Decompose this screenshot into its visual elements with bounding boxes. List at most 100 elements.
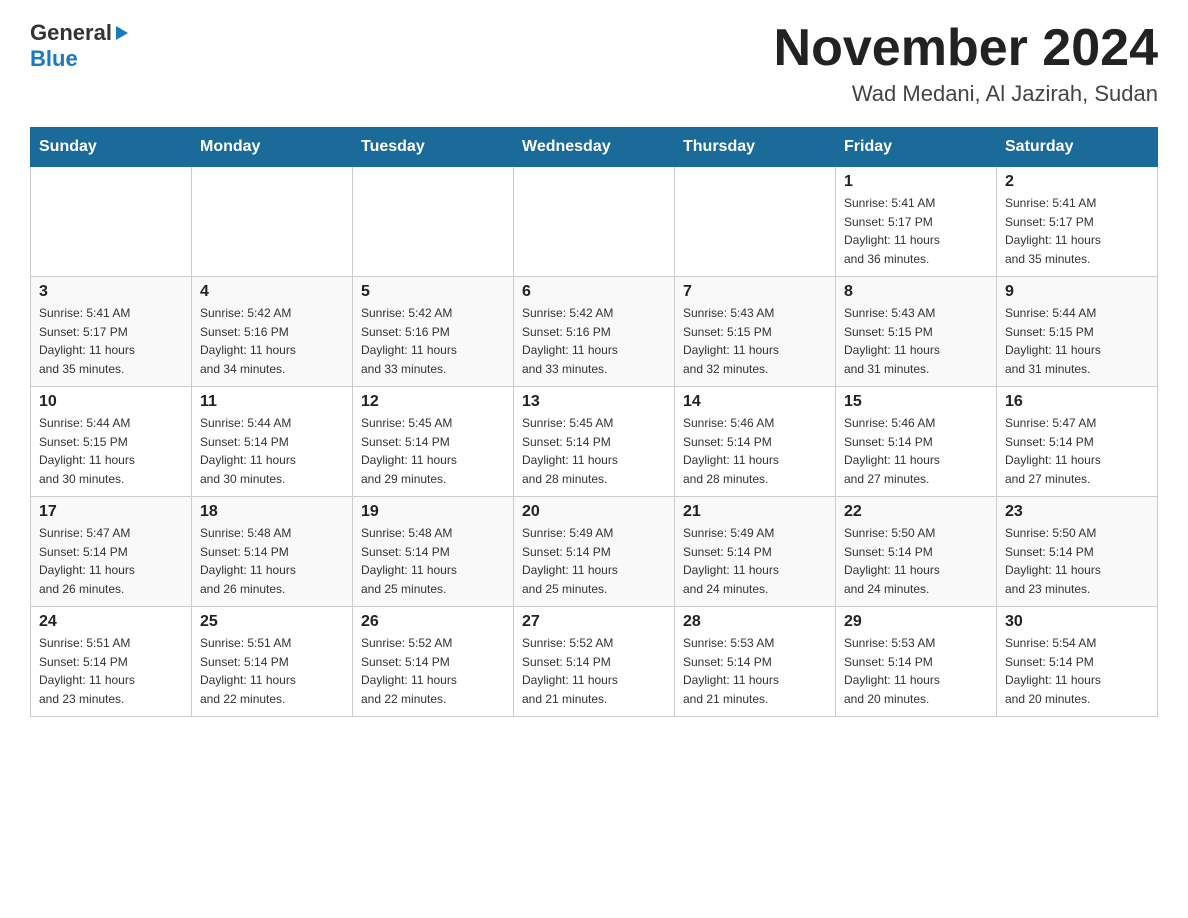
day-number: 23 xyxy=(1005,503,1149,521)
day-number: 22 xyxy=(844,503,988,521)
calendar-day-cell: 14 Sunrise: 5:46 AM Sunset: 5:14 PM Dayli… xyxy=(675,387,836,497)
calendar-day-cell: 29 Sunrise: 5:53 AM Sunset: 5:14 PM Dayli… xyxy=(836,607,997,717)
calendar-day-cell: 27Sunrise: 5:52 AM Sunset: 5:14 PM Dayli… xyxy=(514,607,675,717)
day-info: Sunrise: 5:41 AM Sunset: 5:17 PM Dayligh… xyxy=(39,304,183,378)
day-info: Sunrise: 5:48 AM Sunset: 5:14 PM Dayligh… xyxy=(361,524,505,598)
day-info: Sunrise: 5:46 AM Sunset: 5:14 PM Dayligh… xyxy=(844,414,988,488)
day-info: Sunrise: 5:43 AM Sunset: 5:15 PM Dayligh… xyxy=(683,304,827,378)
day-info: Sunrise: 5:46 AM Sunset: 5:14 PM Dayligh… xyxy=(683,414,827,488)
calendar-day-cell: 18Sunrise: 5:48 AM Sunset: 5:14 PM Dayli… xyxy=(192,497,353,607)
day-number: 18 xyxy=(200,503,344,521)
calendar-day-cell: 7 Sunrise: 5:43 AM Sunset: 5:15 PM Daylig… xyxy=(675,277,836,387)
day-number: 28 xyxy=(683,613,827,631)
calendar-day-cell: 5 Sunrise: 5:42 AM Sunset: 5:16 PM Daylig… xyxy=(353,277,514,387)
calendar-day-cell: 11Sunrise: 5:44 AM Sunset: 5:14 PM Dayli… xyxy=(192,387,353,497)
day-info: Sunrise: 5:49 AM Sunset: 5:14 PM Dayligh… xyxy=(683,524,827,598)
day-info: Sunrise: 5:54 AM Sunset: 5:14 PM Dayligh… xyxy=(1005,634,1149,708)
calendar-day-cell: 8 Sunrise: 5:43 AM Sunset: 5:15 PM Daylig… xyxy=(836,277,997,387)
day-info: Sunrise: 5:50 AM Sunset: 5:14 PM Dayligh… xyxy=(844,524,988,598)
weekday-header-saturday: Saturday xyxy=(997,128,1158,167)
weekday-header-wednesday: Wednesday xyxy=(514,128,675,167)
day-info: Sunrise: 5:43 AM Sunset: 5:15 PM Dayligh… xyxy=(844,304,988,378)
calendar-week-row: 17 Sunrise: 5:47 AM Sunset: 5:14 PM Dayli… xyxy=(31,497,1158,607)
day-number: 16 xyxy=(1005,393,1149,411)
day-info: Sunrise: 5:53 AM Sunset: 5:14 PM Dayligh… xyxy=(683,634,827,708)
day-number: 30 xyxy=(1005,613,1149,631)
calendar-day-cell: 9 Sunrise: 5:44 AM Sunset: 5:15 PM Daylig… xyxy=(997,277,1158,387)
calendar-day-cell xyxy=(31,167,192,277)
day-number: 11 xyxy=(200,393,344,411)
day-number: 4 xyxy=(200,283,344,301)
calendar-day-cell: 17 Sunrise: 5:47 AM Sunset: 5:14 PM Dayli… xyxy=(31,497,192,607)
day-number: 10 xyxy=(39,393,183,411)
day-number: 24 xyxy=(39,613,183,631)
calendar-day-cell: 13 Sunrise: 5:45 AM Sunset: 5:14 PM Dayli… xyxy=(514,387,675,497)
calendar-day-cell: 28 Sunrise: 5:53 AM Sunset: 5:14 PM Dayli… xyxy=(675,607,836,717)
day-info: Sunrise: 5:42 AM Sunset: 5:16 PM Dayligh… xyxy=(361,304,505,378)
day-number: 9 xyxy=(1005,283,1149,301)
logo-arrow-icon xyxy=(112,24,130,42)
day-info: Sunrise: 5:49 AM Sunset: 5:14 PM Dayligh… xyxy=(522,524,666,598)
logo-blue-text: Blue xyxy=(30,46,78,71)
day-number: 14 xyxy=(683,393,827,411)
calendar-day-cell: 1 Sunrise: 5:41 AM Sunset: 5:17 PM Daylig… xyxy=(836,167,997,277)
calendar-day-cell: 20Sunrise: 5:49 AM Sunset: 5:14 PM Dayli… xyxy=(514,497,675,607)
logo: General Blue xyxy=(30,20,132,72)
calendar-day-cell: 21 Sunrise: 5:49 AM Sunset: 5:14 PM Dayli… xyxy=(675,497,836,607)
calendar-day-cell: 26Sunrise: 5:52 AM Sunset: 5:14 PM Dayli… xyxy=(353,607,514,717)
day-number: 29 xyxy=(844,613,988,631)
day-number: 3 xyxy=(39,283,183,301)
day-info: Sunrise: 5:41 AM Sunset: 5:17 PM Dayligh… xyxy=(1005,194,1149,268)
day-info: Sunrise: 5:45 AM Sunset: 5:14 PM Dayligh… xyxy=(522,414,666,488)
day-info: Sunrise: 5:41 AM Sunset: 5:17 PM Dayligh… xyxy=(844,194,988,268)
calendar-day-cell xyxy=(192,167,353,277)
calendar-day-cell xyxy=(675,167,836,277)
day-number: 12 xyxy=(361,393,505,411)
calendar-day-cell xyxy=(353,167,514,277)
day-number: 5 xyxy=(361,283,505,301)
calendar-week-row: 24Sunrise: 5:51 AM Sunset: 5:14 PM Dayli… xyxy=(31,607,1158,717)
day-info: Sunrise: 5:53 AM Sunset: 5:14 PM Dayligh… xyxy=(844,634,988,708)
calendar-day-cell: 24Sunrise: 5:51 AM Sunset: 5:14 PM Dayli… xyxy=(31,607,192,717)
calendar-day-cell: 16Sunrise: 5:47 AM Sunset: 5:14 PM Dayli… xyxy=(997,387,1158,497)
calendar-day-cell: 23Sunrise: 5:50 AM Sunset: 5:14 PM Dayli… xyxy=(997,497,1158,607)
weekday-header-thursday: Thursday xyxy=(675,128,836,167)
calendar-day-cell xyxy=(514,167,675,277)
calendar-day-cell: 10 Sunrise: 5:44 AM Sunset: 5:15 PM Dayli… xyxy=(31,387,192,497)
weekday-header-monday: Monday xyxy=(192,128,353,167)
day-number: 1 xyxy=(844,173,988,191)
weekday-header-sunday: Sunday xyxy=(31,128,192,167)
day-info: Sunrise: 5:52 AM Sunset: 5:14 PM Dayligh… xyxy=(522,634,666,708)
day-info: Sunrise: 5:42 AM Sunset: 5:16 PM Dayligh… xyxy=(522,304,666,378)
day-number: 13 xyxy=(522,393,666,411)
calendar-day-cell: 4Sunrise: 5:42 AM Sunset: 5:16 PM Daylig… xyxy=(192,277,353,387)
weekday-header-friday: Friday xyxy=(836,128,997,167)
day-number: 15 xyxy=(844,393,988,411)
calendar-table: SundayMondayTuesdayWednesdayThursdayFrid… xyxy=(30,127,1158,717)
calendar-day-cell: 30 Sunrise: 5:54 AM Sunset: 5:14 PM Dayli… xyxy=(997,607,1158,717)
calendar-day-cell: 6 Sunrise: 5:42 AM Sunset: 5:16 PM Daylig… xyxy=(514,277,675,387)
day-number: 25 xyxy=(200,613,344,631)
calendar-week-row: 3 Sunrise: 5:41 AM Sunset: 5:17 PM Daylig… xyxy=(31,277,1158,387)
day-info: Sunrise: 5:45 AM Sunset: 5:14 PM Dayligh… xyxy=(361,414,505,488)
day-number: 7 xyxy=(683,283,827,301)
day-info: Sunrise: 5:47 AM Sunset: 5:14 PM Dayligh… xyxy=(39,524,183,598)
day-number: 19 xyxy=(361,503,505,521)
day-number: 17 xyxy=(39,503,183,521)
calendar-day-cell: 3 Sunrise: 5:41 AM Sunset: 5:17 PM Daylig… xyxy=(31,277,192,387)
day-number: 6 xyxy=(522,283,666,301)
day-info: Sunrise: 5:44 AM Sunset: 5:15 PM Dayligh… xyxy=(39,414,183,488)
title-block: November 2024 Wad Medani, Al Jazirah, Su… xyxy=(774,20,1158,107)
day-number: 21 xyxy=(683,503,827,521)
calendar-week-row: 10 Sunrise: 5:44 AM Sunset: 5:15 PM Dayli… xyxy=(31,387,1158,497)
logo-general-text: General xyxy=(30,20,112,46)
calendar-week-row: 1 Sunrise: 5:41 AM Sunset: 5:17 PM Daylig… xyxy=(31,167,1158,277)
day-info: Sunrise: 5:44 AM Sunset: 5:15 PM Dayligh… xyxy=(1005,304,1149,378)
month-title: November 2024 xyxy=(774,20,1158,77)
calendar-day-cell: 22 Sunrise: 5:50 AM Sunset: 5:14 PM Dayli… xyxy=(836,497,997,607)
weekday-header-tuesday: Tuesday xyxy=(353,128,514,167)
day-number: 8 xyxy=(844,283,988,301)
page-header: General Blue November 2024 Wad Medani, A… xyxy=(30,20,1158,107)
calendar-day-cell: 2 Sunrise: 5:41 AM Sunset: 5:17 PM Daylig… xyxy=(997,167,1158,277)
day-number: 2 xyxy=(1005,173,1149,191)
